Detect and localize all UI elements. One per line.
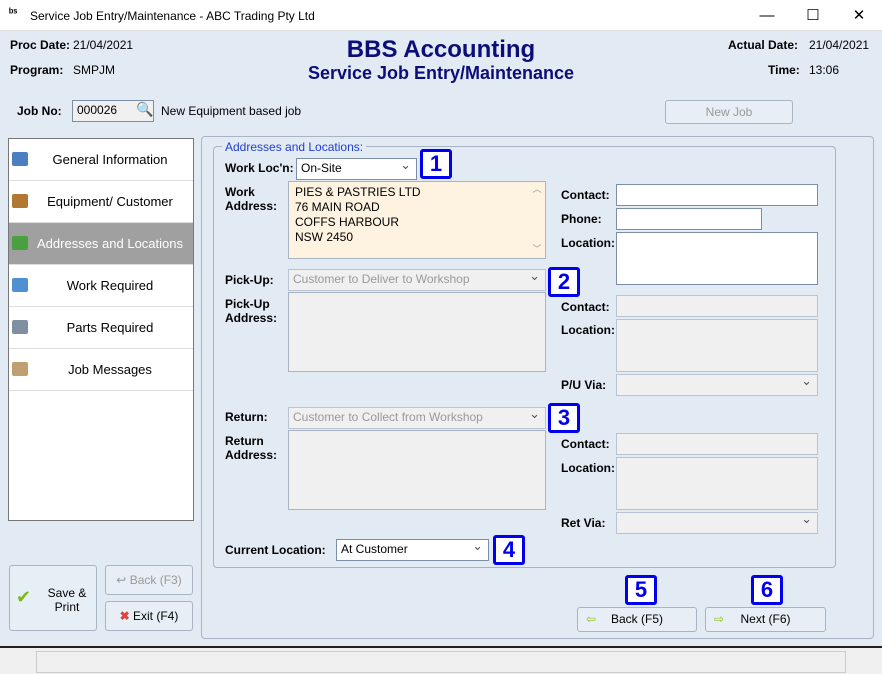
location-input[interactable] <box>616 232 818 285</box>
callout-badge-4: 4 <box>493 535 525 565</box>
screen-title: Service Job Entry/Maintenance <box>0 63 882 84</box>
back-f3-button[interactable]: ↩ Back (F3) <box>105 565 193 595</box>
work-loc-select[interactable]: On-Site <box>296 158 417 180</box>
pu-contact-label: Contact: <box>561 300 610 314</box>
pu-contact-input[interactable] <box>616 295 818 317</box>
job-no-label: Job No: <box>17 104 62 118</box>
nav-addresses-locations[interactable]: Addresses and Locations <box>9 223 193 265</box>
return-select[interactable]: Customer to Collect from Workshop <box>288 407 546 429</box>
general-info-icon <box>12 152 28 166</box>
ret-location-label: Location: <box>561 461 615 475</box>
location-label: Location: <box>561 236 615 250</box>
maximize-button[interactable]: ☐ <box>790 0 836 31</box>
new-job-button[interactable]: New Job <box>665 100 793 124</box>
edit-note-icon <box>12 362 28 376</box>
current-location-select[interactable]: At Customer <box>336 539 489 561</box>
current-location-label: Current Location: <box>225 543 326 557</box>
nav-work-required[interactable]: Work Required <box>9 265 193 307</box>
nav-job-messages[interactable]: Job Messages <box>9 349 193 391</box>
sidebar-nav: General Information Equipment/ Customer … <box>8 138 194 521</box>
minimize-button[interactable]: — <box>744 0 790 31</box>
work-address-textarea[interactable]: PIES & PASTRIES LTD76 MAIN ROADCOFFS HAR… <box>288 181 546 259</box>
undo-icon: ↩ <box>116 573 129 587</box>
title-bar: ᵇˢ Service Job Entry/Maintenance - ABC T… <box>0 0 882 31</box>
callout-badge-2: 2 <box>548 267 580 297</box>
window-title: Service Job Entry/Maintenance - ABC Trad… <box>30 9 315 23</box>
ret-contact-label: Contact: <box>561 437 610 451</box>
return-address-textarea[interactable] <box>288 430 546 510</box>
actual-date: 21/04/2021 <box>809 38 869 52</box>
back-f5-button[interactable]: ⇦Back (F5) <box>577 607 697 632</box>
x-icon: ✖ <box>120 609 133 623</box>
callout-badge-6: 6 <box>751 575 783 605</box>
ret-via-label: Ret Via: <box>561 516 605 530</box>
nav-equipment-customer[interactable]: Equipment/ Customer <box>9 181 193 223</box>
equipment-icon <box>12 194 28 208</box>
ret-via-select[interactable] <box>616 512 818 534</box>
checkmark-icon: ✔ <box>16 590 31 604</box>
exit-button[interactable]: ✖ Exit (F4) <box>105 601 193 631</box>
callout-badge-3: 3 <box>548 403 580 433</box>
app-logo-icon: ᵇˢ <box>9 7 17 19</box>
scrollbar[interactable]: ︿﹀ <box>529 182 545 258</box>
addresses-icon <box>12 236 28 250</box>
search-icon[interactable]: 🔍 <box>136 101 153 118</box>
arrow-right-icon: ⇨ <box>714 608 724 631</box>
return-address-label: Return Address: <box>225 434 285 462</box>
arrow-left-icon: ⇦ <box>586 608 596 631</box>
nav-general-information[interactable]: General Information <box>9 139 193 181</box>
return-label: Return: <box>225 410 268 424</box>
pu-via-select[interactable] <box>616 374 818 396</box>
pickup-address-label: Pick-Up Address: <box>225 297 285 325</box>
nav-parts-required[interactable]: Parts Required <box>9 307 193 349</box>
group-legend: Addresses and Locations: <box>222 140 366 154</box>
work-loc-label: Work Loc'n: <box>225 161 294 175</box>
job-description: New Equipment based job <box>161 104 301 118</box>
close-button[interactable]: ✕ <box>836 0 882 31</box>
status-bar <box>0 646 882 674</box>
pickup-label: Pick-Up: <box>225 273 274 287</box>
pickup-select[interactable]: Customer to Deliver to Workshop <box>288 269 546 291</box>
time: 13:06 <box>809 63 839 77</box>
work-required-icon <box>12 278 28 292</box>
contact-input[interactable] <box>616 184 818 206</box>
callout-badge-5: 5 <box>625 575 657 605</box>
status-panel <box>36 651 846 673</box>
ret-contact-input[interactable] <box>616 433 818 455</box>
checklist-icon <box>12 320 28 334</box>
phone-label: Phone: <box>561 212 602 226</box>
work-address-label: Work Address: <box>225 185 285 213</box>
ret-location-input[interactable] <box>616 457 818 510</box>
pickup-address-textarea[interactable] <box>288 292 546 372</box>
pu-location-label: Location: <box>561 323 615 337</box>
save-print-button[interactable]: ✔ Save & Print <box>9 565 97 631</box>
pu-via-label: P/U Via: <box>561 378 606 392</box>
next-button[interactable]: ⇨Next (F6) <box>705 607 826 632</box>
actual-date-label: Actual Date: <box>728 38 798 52</box>
callout-badge-1: 1 <box>420 149 452 179</box>
time-label: Time: <box>768 63 800 77</box>
job-no-value: 000026 <box>77 103 117 117</box>
pu-location-input[interactable] <box>616 319 818 372</box>
contact-label: Contact: <box>561 188 610 202</box>
phone-input[interactable] <box>616 208 762 230</box>
